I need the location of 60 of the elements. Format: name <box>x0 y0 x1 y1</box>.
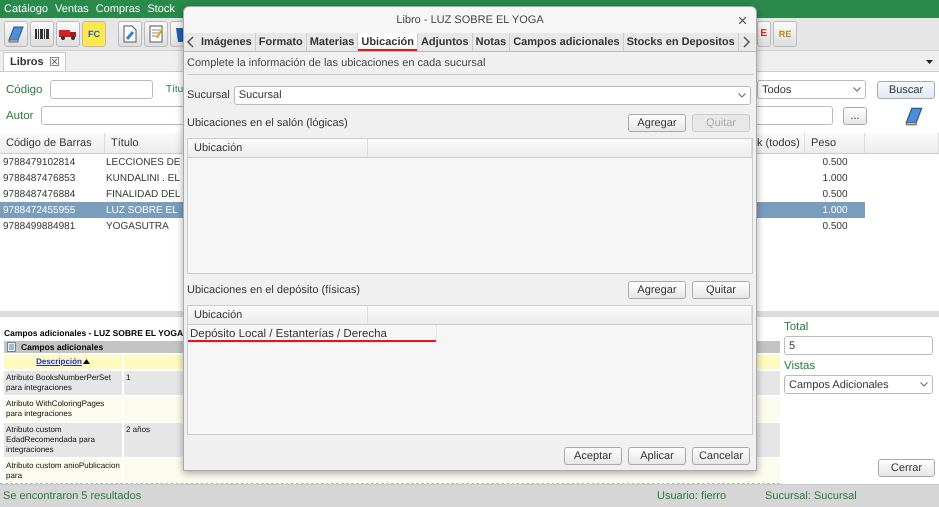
table-cell-text: LECCIONES DE <box>105 156 182 170</box>
tab[interactable]: Ubicación <box>358 33 418 51</box>
menu-item[interactable]: Catálogo <box>4 2 48 15</box>
menu-item[interactable]: Compras <box>96 2 140 15</box>
section-button[interactable]: Agregar <box>628 281 686 299</box>
table-cell-text: 0.500 <box>821 156 849 170</box>
table-cell: Atributo custom EdadRecomendada para integraciones <box>4 423 122 458</box>
section-title: Ubicaciones en el depósito (físicas) <box>187 284 360 296</box>
branch-select[interactable]: Sucursal <box>234 86 751 104</box>
table-cell-text: 0.500 <box>821 220 849 234</box>
toolbar-button[interactable]: E <box>757 20 771 47</box>
table-cell-text: 1.000 <box>821 204 849 218</box>
more-button[interactable]: ... <box>843 106 867 125</box>
status-user: Usuario: fierro <box>657 490 728 502</box>
total-field: 5 <box>784 336 933 356</box>
field-label: Sucursal <box>187 89 230 101</box>
table-cell-text: KUNDALINI . EL <box>105 172 181 186</box>
menu-item[interactable]: Stock <box>147 2 175 15</box>
table-cell: Atributo BooksNumberPerSet para integraciones <box>4 371 122 396</box>
tab[interactable]: Notas <box>472 33 510 51</box>
column-header[interactable]: Peso <box>805 133 865 154</box>
column-header[interactable]: Código de Barras <box>0 133 105 154</box>
group-title: Campos adicionales <box>21 342 104 352</box>
menu-item[interactable]: Ventas <box>55 2 89 15</box>
field-label: Autor <box>6 110 34 122</box>
instructions-text: Complete la información de las ubicaciones en cada sucursal <box>187 52 753 75</box>
table-cell-text: FINALIDAD DEL <box>105 188 182 202</box>
dialog-button[interactable]: Aplicar <box>628 446 686 464</box>
dialog-button[interactable]: Cancelar <box>692 446 750 464</box>
table-cell-text: 1.000 <box>821 172 849 186</box>
dialog-button[interactable]: Aceptar <box>564 446 622 464</box>
section-title: Ubicaciones en el salón (lógicas) <box>187 117 348 129</box>
table-cell: Atributo WithColoringPages para integraciones <box>4 397 122 422</box>
table-cell-text: LUZ SOBRE EL <box>105 204 179 218</box>
table-cell-text: 0.500 <box>821 188 849 202</box>
toolbar-button[interactable]: FC <box>82 20 106 47</box>
dialog-title: Libro - LUZ SOBRE EL YOGA <box>396 14 544 26</box>
table-cell-text: 9788487476884 <box>2 188 76 202</box>
document-tab[interactable]: Libros <box>3 52 66 71</box>
field-label: Títu <box>166 84 184 96</box>
search-button[interactable]: Buscar <box>877 80 935 99</box>
section-heading: Campos adicionales - LUZ SOBRE EL YOGA <box>4 327 184 338</box>
table-cell-text: 9788499884981 <box>2 220 76 234</box>
table-cell-text: 9788479102814 <box>2 156 76 170</box>
field-label: Vistas <box>784 360 816 372</box>
status-message: Se encontraron 5 resultados <box>3 490 142 502</box>
field-label: Código <box>6 84 44 96</box>
table-cell-text: 9788472455955 <box>2 204 76 218</box>
views-select[interactable]: Campos Adicionales <box>784 375 933 394</box>
close-button[interactable]: Cerrar <box>878 459 935 478</box>
field-label: Total <box>784 321 810 334</box>
table-cell: Atributo custom anioPublicacion para <box>4 459 122 484</box>
section-button[interactable]: Agregar <box>628 114 686 132</box>
table-cell-text: YOGASUTRA <box>105 220 170 234</box>
location-row[interactable]: Depósito Local / Estanterías / Derecha <box>188 325 437 343</box>
section-button[interactable]: Quitar <box>692 281 750 299</box>
table-cell-text: 9788487476853 <box>2 172 76 186</box>
status-branch: Sucursal: Sucursal <box>765 490 857 502</box>
filter-select[interactable]: Todos <box>757 80 866 100</box>
tab[interactable]: Stocks en Depositos <box>624 33 739 51</box>
